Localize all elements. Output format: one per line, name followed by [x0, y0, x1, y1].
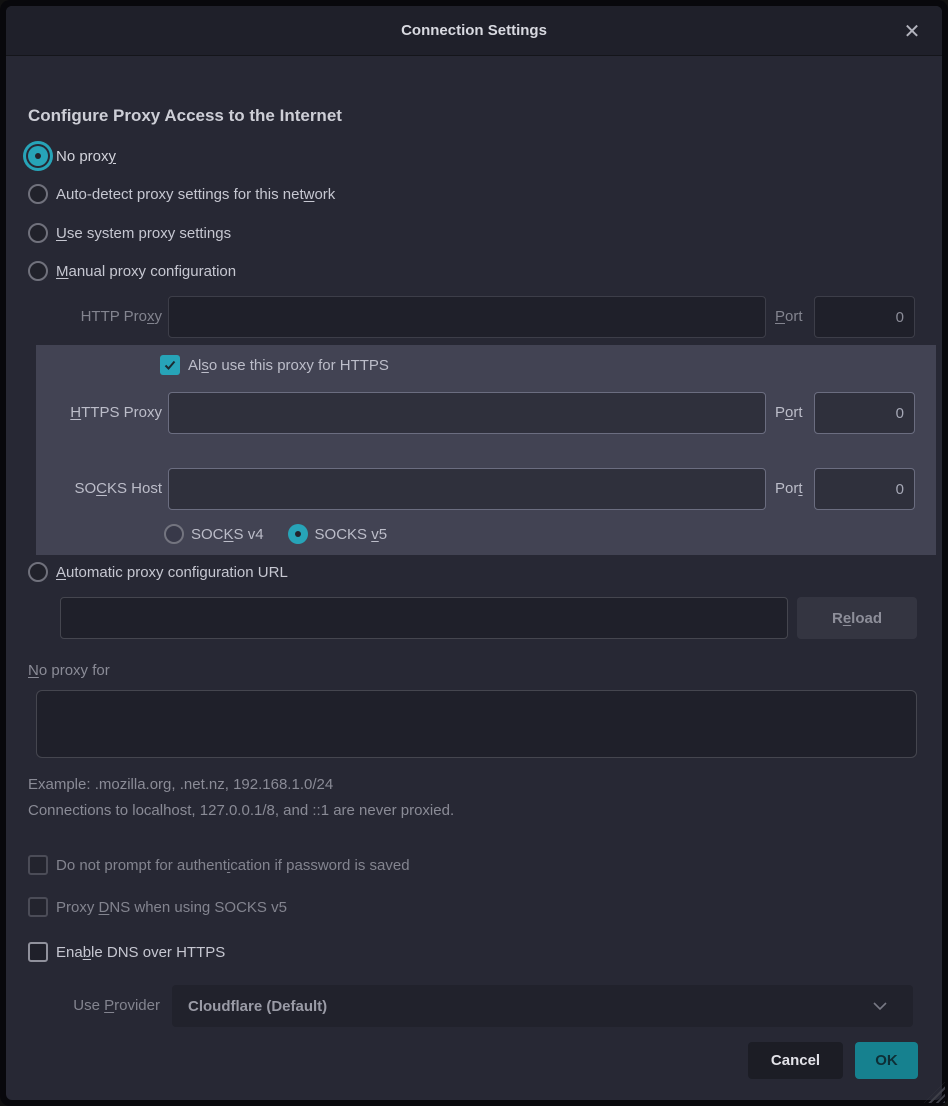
http-port-input[interactable] [814, 296, 915, 338]
auto-url-input[interactable] [60, 597, 788, 639]
dialog-titlebar: Connection Settings ✕ [6, 6, 942, 56]
https-proxy-input[interactable] [168, 392, 766, 434]
checkmark-icon [163, 358, 177, 372]
radio-manual-proxy[interactable] [28, 261, 48, 281]
radio-socks-v5[interactable] [288, 524, 308, 544]
radio-auto-detect[interactable] [28, 184, 48, 204]
also-https-row[interactable]: Also use this proxy for HTTPS [160, 353, 389, 377]
socks-port-label: Port [775, 468, 803, 510]
proxy-dns-checkbox-row: Proxy DNS when using SOCKS v5 [28, 895, 287, 919]
doh-checkbox-row[interactable]: Enable DNS over HTTPS [28, 940, 225, 964]
radio-label: Automatic proxy configuration URL [56, 564, 288, 581]
no-proxy-note-text: Connections to localhost, 127.0.0.1/8, a… [28, 802, 454, 819]
radio-no-proxy[interactable] [28, 146, 48, 166]
radio-row-use-system[interactable]: Use system proxy settings [28, 221, 231, 245]
enable-doh-label: Enable DNS over HTTPS [56, 944, 225, 961]
https-port-label: Port [775, 392, 803, 434]
connection-settings-dialog: Connection Settings ✕ Configure Proxy Ac… [6, 6, 942, 1100]
dialog-title: Connection Settings [401, 22, 547, 39]
http-port-label: Port [775, 296, 803, 338]
radio-socks-v4[interactable] [164, 524, 184, 544]
cancel-button[interactable]: Cancel [748, 1042, 843, 1079]
close-icon[interactable]: ✕ [896, 15, 928, 47]
also-https-label: Also use this proxy for HTTPS [188, 357, 389, 374]
socks-host-input[interactable] [168, 468, 766, 510]
connection-settings-window: Connection Settings ✕ Configure Proxy Ac… [0, 0, 948, 1106]
radio-label: Use system proxy settings [56, 225, 231, 242]
radio-use-system[interactable] [28, 223, 48, 243]
radio-auto-url[interactable] [28, 562, 48, 582]
socks-version-row: SOCKS v4 SOCKS v5 [164, 522, 387, 546]
radio-row-auto-detect[interactable]: Auto-detect proxy settings for this netw… [28, 182, 335, 206]
no-proxy-for-textarea[interactable] [36, 690, 917, 758]
ok-button[interactable]: OK [855, 1042, 918, 1079]
checkbox-proxy-dns [28, 897, 48, 917]
socks-host-label: SOCKS Host [6, 468, 162, 510]
no-proxy-example-text: Example: .mozilla.org, .net.nz, 192.168.… [28, 776, 333, 793]
socks-port-input[interactable] [814, 468, 915, 510]
doh-provider-value: Cloudflare (Default) [188, 998, 327, 1015]
radio-label: No proxy [56, 148, 116, 165]
radio-row-no-proxy[interactable]: No proxy [28, 144, 116, 168]
doh-provider-dropdown[interactable]: Cloudflare (Default) [172, 985, 913, 1027]
https-port-input[interactable] [814, 392, 915, 434]
radio-row-manual[interactable]: Manual proxy configuration [28, 259, 236, 283]
page-title: Configure Proxy Access to the Internet [28, 106, 342, 126]
chevron-down-icon [871, 997, 889, 1015]
checkbox-also-https[interactable] [160, 355, 180, 375]
https-proxy-label: HTTPS Proxy [6, 392, 162, 434]
socks-v4-label: SOCKS v4 [191, 526, 264, 543]
http-proxy-label: HTTP Proxy [6, 296, 162, 338]
proxy-dns-label: Proxy DNS when using SOCKS v5 [56, 899, 287, 916]
http-proxy-input[interactable] [168, 296, 766, 338]
checkbox-enable-doh[interactable] [28, 942, 48, 962]
reload-button[interactable]: Reload [797, 597, 917, 639]
socks-v5-label: SOCKS v5 [315, 526, 388, 543]
radio-label: Auto-detect proxy settings for this netw… [56, 186, 335, 203]
radio-row-auto-url[interactable]: Automatic proxy configuration URL [28, 560, 288, 584]
no-proxy-for-label: No proxy for [28, 662, 110, 679]
use-provider-label: Use Provider [6, 985, 160, 1027]
no-auth-prompt-label: Do not prompt for authentication if pass… [56, 857, 410, 874]
radio-label: Manual proxy configuration [56, 263, 236, 280]
checkbox-no-auth-prompt [28, 855, 48, 875]
auth-checkbox-row: Do not prompt for authentication if pass… [28, 853, 410, 877]
